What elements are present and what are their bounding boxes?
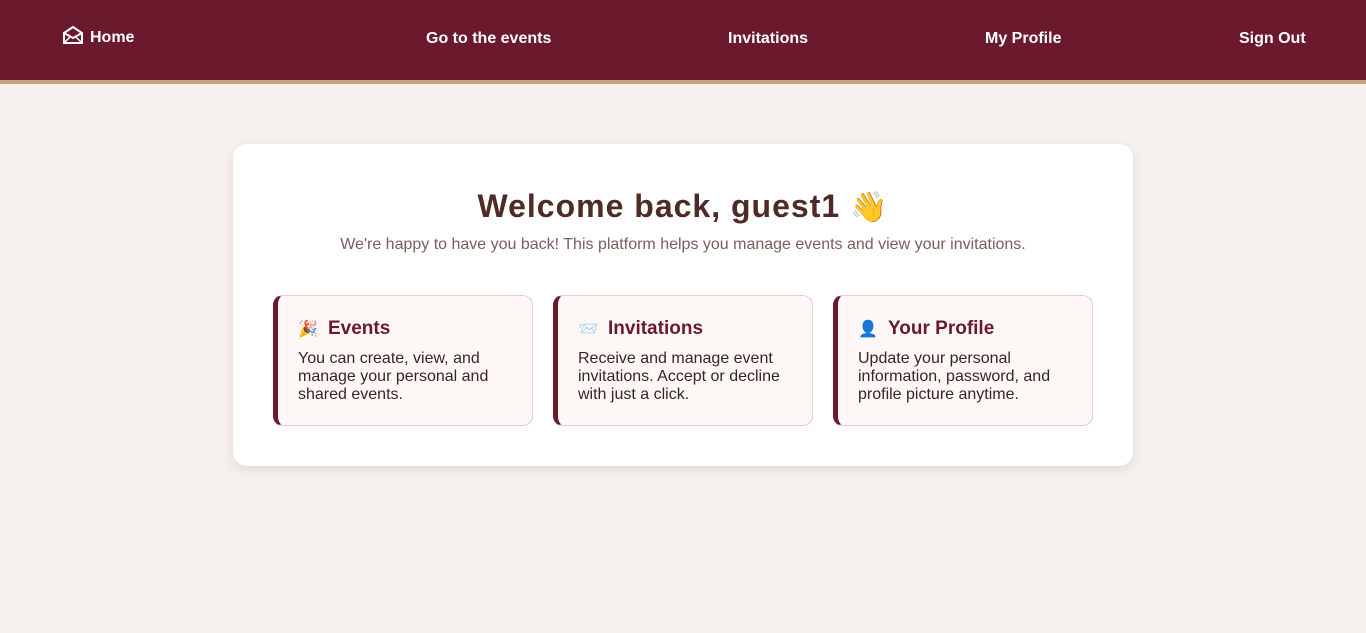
top-navbar: Home Go to the events Invitations My Pro… bbox=[0, 0, 1366, 84]
feature-title: Your Profile bbox=[888, 318, 995, 339]
nav-link-events[interactable]: Go to the events bbox=[426, 30, 551, 48]
page-title: Welcome back, guest1 👋 bbox=[233, 188, 1133, 225]
party-popper-icon: 🎉 bbox=[298, 321, 318, 338]
feature-heading: 👤 Your Profile bbox=[858, 318, 1072, 340]
feature-description: Update your personal information, passwo… bbox=[858, 350, 1051, 403]
feature-title: Events bbox=[328, 318, 391, 339]
feature-heading: 📨 Invitations bbox=[578, 318, 792, 340]
welcome-subtitle: We're happy to have you back! This platf… bbox=[340, 236, 1026, 253]
incoming-envelope-icon: 📨 bbox=[578, 321, 598, 338]
nav-home-link[interactable]: Home bbox=[62, 25, 135, 47]
nav-home-label: Home bbox=[90, 29, 135, 46]
feature-title: Invitations bbox=[608, 318, 704, 339]
feature-description: You can create, view, and manage your pe… bbox=[298, 350, 489, 403]
feature-description: Receive and manage event invitations. Ac… bbox=[578, 350, 780, 403]
nav-link-my-profile[interactable]: My Profile bbox=[985, 30, 1061, 48]
feature-heading: 🎉 Events bbox=[298, 318, 512, 340]
user-silhouette-icon: 👤 bbox=[858, 321, 878, 338]
nav-link-sign-out[interactable]: Sign Out bbox=[1239, 30, 1306, 48]
feature-card-invitations: 📨 Invitations Receive and manage event i… bbox=[553, 295, 813, 426]
welcome-title-text: Welcome back, guest1 bbox=[477, 188, 841, 224]
nav-link-invitations[interactable]: Invitations bbox=[728, 30, 808, 48]
feature-card-profile: 👤 Your Profile Update your personal info… bbox=[833, 295, 1093, 426]
feature-card-events: 🎉 Events You can create, view, and manag… bbox=[273, 295, 533, 426]
waving-hand-icon: 👋 bbox=[850, 191, 889, 224]
mail-open-icon bbox=[62, 25, 84, 45]
welcome-card: Welcome back, guest1 👋 We're happy to hav… bbox=[233, 144, 1133, 466]
